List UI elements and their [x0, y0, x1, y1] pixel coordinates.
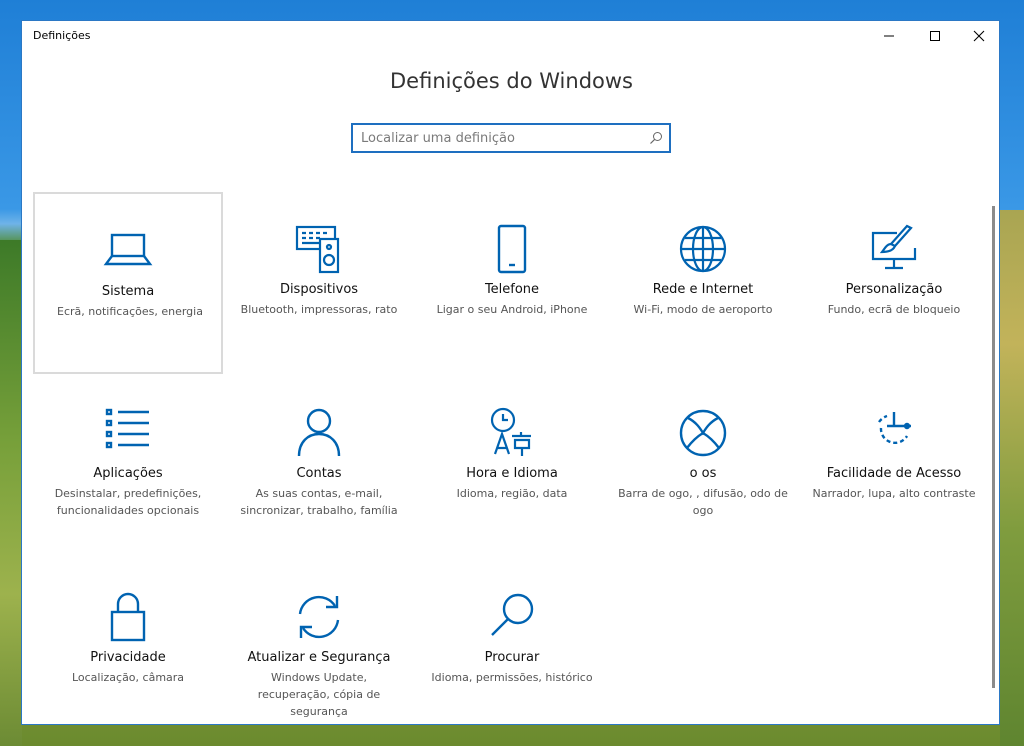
- tile-title: Procurar: [484, 650, 540, 665]
- tile-rede-internet[interactable]: Rede e Internet Wi-Fi, modo de aeroporto: [608, 192, 798, 374]
- apps-list-icon: [105, 408, 149, 449]
- magnifier-icon: [491, 593, 534, 636]
- tile-description: Wi-Fi, modo de aeroporto: [633, 303, 773, 316]
- tile-description: As suas contas, e-mail, sincronizar, tra…: [240, 487, 398, 517]
- minimize-button[interactable]: [866, 21, 912, 51]
- minimize-icon: [884, 35, 894, 37]
- close-icon: [973, 30, 985, 42]
- tile-facilidade-acesso[interactable]: Facilidade de Acesso Narrador, lupa, alt…: [799, 376, 989, 558]
- xbox-icon: [679, 409, 727, 457]
- tile-title: Facilidade de Acesso: [826, 466, 962, 481]
- tile-description: Ligar o seu Android, iPhone: [436, 303, 588, 316]
- tile-title: Privacidade: [90, 650, 166, 665]
- search-input[interactable]: [361, 129, 641, 147]
- laptop-icon: [103, 233, 153, 266]
- title-bar[interactable]: Definições: [22, 21, 999, 51]
- tile-description: Localização, câmara: [71, 671, 185, 684]
- tile-privacidade[interactable]: Privacidade Localização, câmara: [33, 560, 223, 724]
- tile-title: o os: [689, 466, 717, 481]
- tile-title: Rede e Internet: [652, 282, 754, 297]
- tile-title: Dispositivos: [279, 282, 359, 297]
- phone-icon: [497, 224, 527, 274]
- tile-dispositivos[interactable]: Dispositivos Bluetooth, impressoras, rat…: [224, 192, 414, 374]
- window-title: Definições: [33, 29, 91, 42]
- devices-icon: [295, 225, 340, 274]
- tile-sistema[interactable]: Sistema Ecrã, notificações, energia: [33, 192, 223, 374]
- search-box[interactable]: [351, 123, 671, 153]
- lock-icon: [110, 592, 146, 642]
- tile-aplicacoes[interactable]: Aplicações Desinstalar, predefinições, f…: [33, 376, 223, 558]
- scrollbar[interactable]: [992, 206, 995, 688]
- wallpaper-right: [1000, 210, 1024, 746]
- time-language-icon: [490, 407, 531, 456]
- tile-jogos[interactable]: o os Barra de ogo, , difusão, odo de ogo: [608, 376, 798, 558]
- tile-title: Aplicações: [93, 466, 163, 481]
- tile-description: Ecrã, notificações, energia: [57, 305, 203, 318]
- tile-description: Narrador, lupa, alto contraste: [812, 487, 976, 500]
- tile-description: Desinstalar, predefinições, funcionalida…: [54, 487, 202, 517]
- tile-title: Telefone: [484, 282, 540, 297]
- page-title: Definições do Windows: [390, 69, 633, 93]
- tile-title: Atualizar e Segurança: [247, 650, 391, 665]
- globe-icon: [679, 225, 727, 273]
- close-button[interactable]: [956, 21, 999, 51]
- tile-description: Barra de ogo, , difusão, odo de ogo: [618, 487, 788, 517]
- tile-description: Idioma, permissões, histórico: [431, 671, 593, 684]
- maximize-button[interactable]: [912, 21, 958, 51]
- tile-description: Fundo, ecrã de bloqueio: [827, 303, 961, 316]
- tile-title: Personalização: [845, 282, 943, 297]
- tile-personalizacao[interactable]: Personalização Fundo, ecrã de bloqueio: [799, 192, 989, 374]
- tile-title: Contas: [296, 466, 342, 481]
- tile-contas[interactable]: Contas As suas contas, e-mail, sincroniz…: [224, 376, 414, 558]
- wallpaper-left: [0, 240, 22, 746]
- tile-hora-idioma[interactable]: Hora e Idioma Idioma, região, data: [417, 376, 607, 558]
- tile-title: Sistema: [101, 284, 155, 299]
- sync-icon: [298, 595, 340, 639]
- tile-telefone[interactable]: Telefone Ligar o seu Android, iPhone: [417, 192, 607, 374]
- tile-title: Hora e Idioma: [466, 466, 558, 481]
- person-icon: [297, 408, 341, 457]
- tile-atualizar-seguranca[interactable]: Atualizar e Segurança Windows Update, re…: [224, 560, 414, 724]
- tile-procurar[interactable]: Procurar Idioma, permissões, histórico: [417, 560, 607, 724]
- settings-window: Definições Definições do Windows Sistema…: [21, 20, 1000, 725]
- ease-of-access-icon: [878, 412, 911, 444]
- maximize-icon: [930, 31, 940, 41]
- paint-icon: [871, 224, 917, 270]
- tile-description: Windows Update, recuperação, cópia de se…: [257, 671, 381, 718]
- tile-description: Bluetooth, impressoras, rato: [240, 303, 398, 316]
- tile-description: Idioma, região, data: [456, 487, 568, 500]
- search-icon: [650, 132, 662, 144]
